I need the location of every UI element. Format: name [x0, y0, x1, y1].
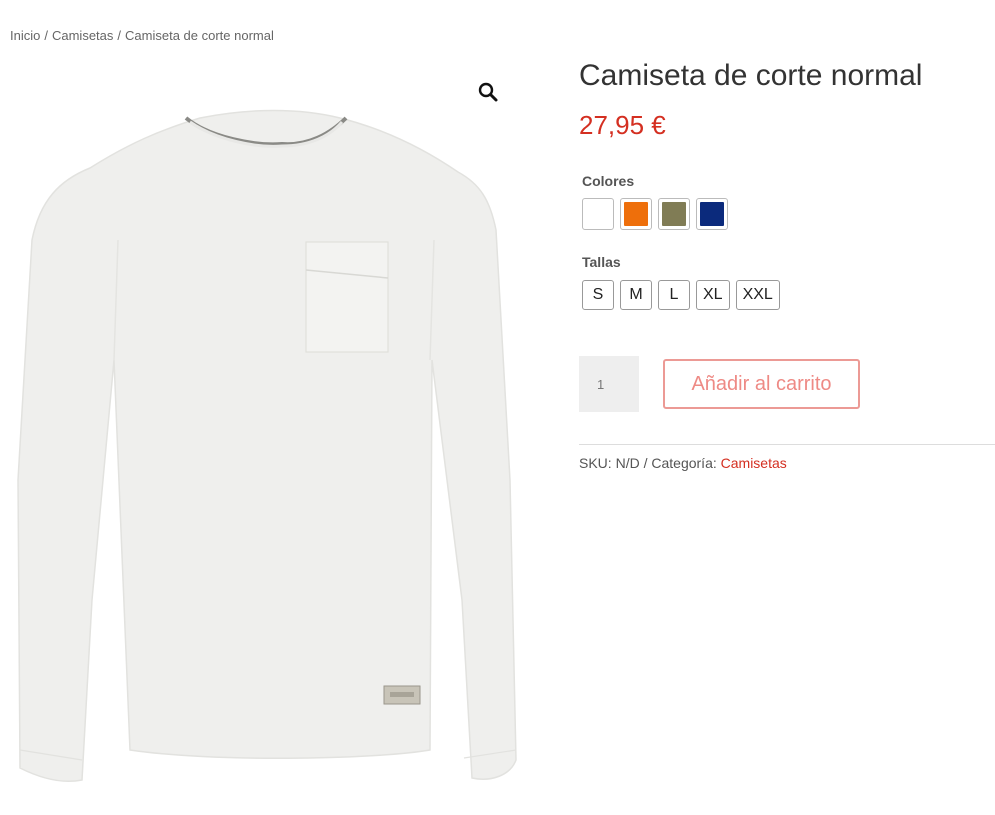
product-summary: Camiseta de corte normal 27,95 € Colores…: [579, 56, 995, 471]
product-image[interactable]: [10, 60, 530, 800]
color-swatch-fill: [662, 202, 686, 226]
breadcrumb-separator: /: [117, 28, 122, 43]
product-page: Inicio / Camisetas / Camiseta de corte norma…: [0, 0, 995, 815]
color-swatch-orange[interactable]: [620, 198, 652, 230]
breadcrumb-home[interactable]: Inicio: [10, 28, 40, 43]
category-link[interactable]: Camisetas: [721, 455, 787, 471]
product-title: Camiseta de corte normal: [579, 59, 923, 92]
size-option-l[interactable]: L: [658, 280, 690, 310]
color-swatch-fill: [624, 202, 648, 226]
zoom-button[interactable]: [476, 80, 500, 104]
colors-label: Colores: [582, 173, 635, 189]
quantity-input[interactable]: [579, 356, 639, 412]
size-option-m[interactable]: M: [620, 280, 652, 310]
color-swatch-white[interactable]: [582, 198, 614, 230]
color-swatch-navy[interactable]: [696, 198, 728, 230]
category-label: Categoría:: [651, 455, 717, 471]
add-to-cart-row: Añadir al carrito: [579, 356, 995, 412]
breadcrumb-current: Camiseta de corte normal: [125, 28, 274, 43]
size-options: S M L XL XXL: [582, 280, 995, 310]
product-gallery: [10, 60, 530, 800]
divider: [579, 444, 995, 445]
color-swatches: [582, 198, 995, 230]
add-to-cart-button[interactable]: Añadir al carrito: [663, 359, 860, 409]
size-option-xl[interactable]: XL: [696, 280, 730, 310]
shirt-pocket: [305, 241, 389, 353]
meta-separator: /: [643, 455, 648, 471]
breadcrumb: Inicio / Camisetas / Camiseta de corte norma…: [10, 28, 274, 43]
size-option-s[interactable]: S: [582, 280, 614, 310]
product-meta: SKU: N/D / Categoría: Camisetas: [579, 455, 995, 471]
shirt-body: [17, 109, 517, 783]
sku-value: N/D: [615, 455, 640, 471]
product-price: 27,95 €: [579, 110, 666, 140]
breadcrumb-category[interactable]: Camisetas: [52, 28, 113, 43]
color-swatch-fill: [700, 202, 724, 226]
size-option-xxl[interactable]: XXL: [735, 280, 780, 310]
sku-label: SKU:: [579, 455, 612, 471]
color-swatch-fill: [586, 202, 610, 226]
color-swatch-olive[interactable]: [658, 198, 690, 230]
sizes-label: Tallas: [582, 254, 621, 270]
breadcrumb-separator: /: [44, 28, 48, 43]
magnifier-icon: [478, 82, 498, 102]
